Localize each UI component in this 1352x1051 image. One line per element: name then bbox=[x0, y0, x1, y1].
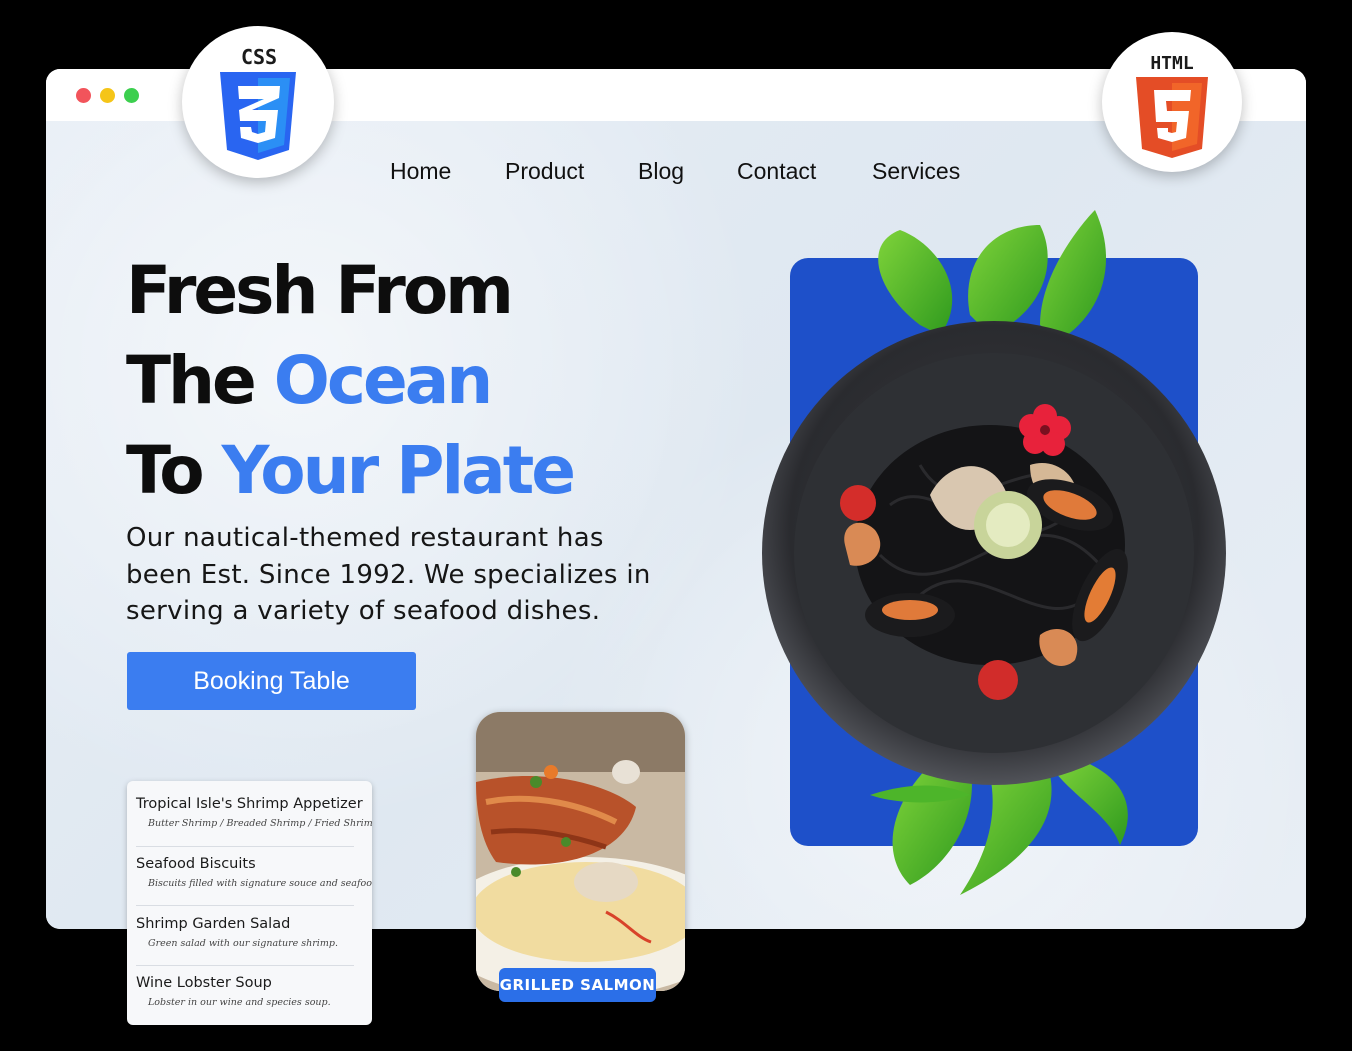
close-window-button[interactable] bbox=[76, 88, 91, 103]
svg-text:HTML: HTML bbox=[1150, 53, 1194, 74]
hero-title-line1: Fresh From bbox=[126, 252, 514, 329]
menu-item: Shrimp Garden Salad Green salad with our… bbox=[136, 916, 366, 949]
menu-item-description: Biscuits filled with signature souce and… bbox=[148, 878, 372, 889]
menu-item-name: Tropical Isle's Shrimp Appetizer bbox=[136, 796, 363, 812]
css3-logo-icon: CSS bbox=[220, 45, 296, 160]
nav-item-contact[interactable]: Contact bbox=[737, 158, 816, 185]
hero-title-highlight-plate: Your Plate bbox=[221, 432, 576, 509]
hero-title-highlight-ocean: Ocean bbox=[273, 342, 494, 419]
nav-item-services[interactable]: Services bbox=[872, 158, 960, 185]
menu-divider bbox=[136, 846, 354, 847]
menu-item: Seafood Biscuits Biscuits filled with si… bbox=[136, 856, 372, 889]
hero-description: Our nautical-themed restaurant has been … bbox=[126, 523, 651, 626]
seafood-pasta-plate-image bbox=[762, 210, 1226, 895]
menu-item-description: Butter Shrimp / Breaded Shrimp / Fried S… bbox=[148, 818, 372, 829]
menu-divider bbox=[136, 965, 354, 966]
maximize-window-button[interactable] bbox=[124, 88, 139, 103]
menu-item-name: Wine Lobster Soup bbox=[136, 975, 272, 991]
menu-item-name: Shrimp Garden Salad bbox=[136, 916, 291, 932]
hero-title-line3-a: To bbox=[126, 432, 222, 509]
booking-table-button[interactable]: Booking Table bbox=[127, 652, 416, 710]
html5-badge: HTML bbox=[1102, 32, 1242, 172]
menu-item-description: Green salad with our signature shrimp. bbox=[148, 938, 338, 949]
minimize-window-button[interactable] bbox=[100, 88, 115, 103]
nav-item-product[interactable]: Product bbox=[505, 158, 584, 185]
css3-badge: CSS bbox=[182, 26, 334, 178]
svg-text:CSS: CSS bbox=[241, 45, 277, 69]
menu-item-description: Lobster in our wine and species soup. bbox=[148, 997, 331, 1008]
hero-title: Fresh From The Ocean To Your Plate bbox=[126, 246, 576, 516]
grilled-salmon-label: GRILLED SALMON bbox=[499, 968, 656, 1002]
menu-item: Tropical Isle's Shrimp Appetizer Butter … bbox=[136, 796, 372, 829]
menu-divider bbox=[136, 905, 354, 906]
menu-card: Tropical Isle's Shrimp Appetizer Butter … bbox=[127, 781, 372, 1025]
nav-item-home[interactable]: Home bbox=[390, 158, 451, 185]
grilled-salmon-image bbox=[476, 712, 685, 991]
menu-item: Wine Lobster Soup Lobster in our wine an… bbox=[136, 975, 366, 1008]
hero-title-line2-a: The bbox=[126, 342, 274, 419]
menu-item-name: Seafood Biscuits bbox=[136, 856, 256, 872]
nav-item-blog[interactable]: Blog bbox=[638, 158, 684, 185]
grilled-salmon-card[interactable] bbox=[476, 712, 685, 991]
html5-logo-icon: HTML bbox=[1136, 53, 1208, 158]
